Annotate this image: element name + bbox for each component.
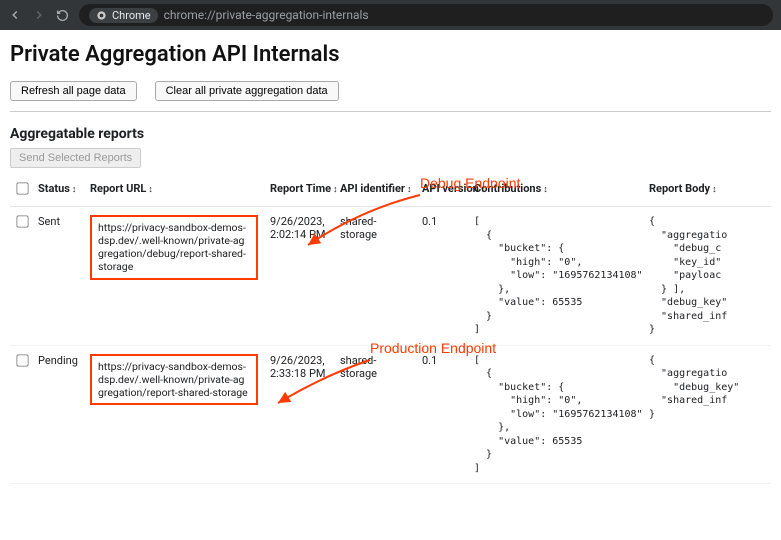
col-url[interactable]: Report URL↕ <box>84 174 264 207</box>
api-id-cell: shared-storage <box>334 207 416 346</box>
time-cell: 9/26/2023, 2:02:14 PM <box>264 207 334 346</box>
send-selected-button[interactable]: Send Selected Reports <box>10 148 141 168</box>
col-time[interactable]: Report Time↕ <box>264 174 334 207</box>
col-body[interactable]: Report Body↕ <box>643 174 771 207</box>
section-heading: Aggregatable reports <box>10 126 771 142</box>
url-text: chrome://private-aggregation-internals <box>164 8 369 22</box>
report-url-cell: https://privacy-sandbox-demos-dsp.dev/.w… <box>90 354 258 405</box>
api-ver-cell: 0.1 <box>416 207 468 346</box>
clear-button[interactable]: Clear all private aggregation data <box>155 81 339 101</box>
body-cell: { "aggregatio "debug_c "key_id" "payloac… <box>643 207 771 346</box>
forward-button[interactable] <box>32 8 46 22</box>
reports-table: Status↕ Report URL↕ Report Time↕ API ide… <box>10 174 771 484</box>
col-contrib[interactable]: Contributions↕ <box>468 174 643 207</box>
host-chip: Chrome <box>89 8 158 23</box>
report-url-cell: https://privacy-sandbox-demos-dsp.dev/.w… <box>90 215 258 280</box>
refresh-button[interactable]: Refresh all page data <box>10 81 137 101</box>
contrib-cell: [ { "bucket": { "high": "0", "low": "169… <box>468 345 643 484</box>
row-checkbox[interactable] <box>16 354 28 366</box>
chrome-icon <box>96 10 107 21</box>
host-chip-label: Chrome <box>112 9 151 22</box>
browser-chrome: Chrome chrome://private-aggregation-inte… <box>0 0 781 30</box>
row-checkbox[interactable] <box>16 215 28 227</box>
col-status[interactable]: Status↕ <box>32 174 84 207</box>
table-row: Sent https://privacy-sandbox-demos-dsp.d… <box>10 207 771 346</box>
table-row: Pending https://privacy-sandbox-demos-ds… <box>10 345 771 484</box>
page-title: Private Aggregation API Internals <box>10 42 771 67</box>
col-api-id[interactable]: API identifier↕ <box>334 174 416 207</box>
contrib-cell: [ { "bucket": { "high": "0", "low": "169… <box>468 207 643 346</box>
select-all-checkbox[interactable] <box>16 182 28 194</box>
time-cell: 9/26/2023, 2:33:18 PM <box>264 345 334 484</box>
api-ver-cell: 0.1 <box>416 345 468 484</box>
col-api-ver[interactable]: API version↕ <box>416 174 468 207</box>
status-cell: Sent <box>32 207 84 346</box>
address-bar[interactable]: Chrome chrome://private-aggregation-inte… <box>79 4 773 26</box>
divider <box>10 111 771 112</box>
back-button[interactable] <box>8 8 22 22</box>
reload-button[interactable] <box>56 9 69 22</box>
status-cell: Pending <box>32 345 84 484</box>
body-cell: { "aggregatio "debug_key" "shared_inf } <box>643 345 771 484</box>
api-id-cell: shared-storage <box>334 345 416 484</box>
